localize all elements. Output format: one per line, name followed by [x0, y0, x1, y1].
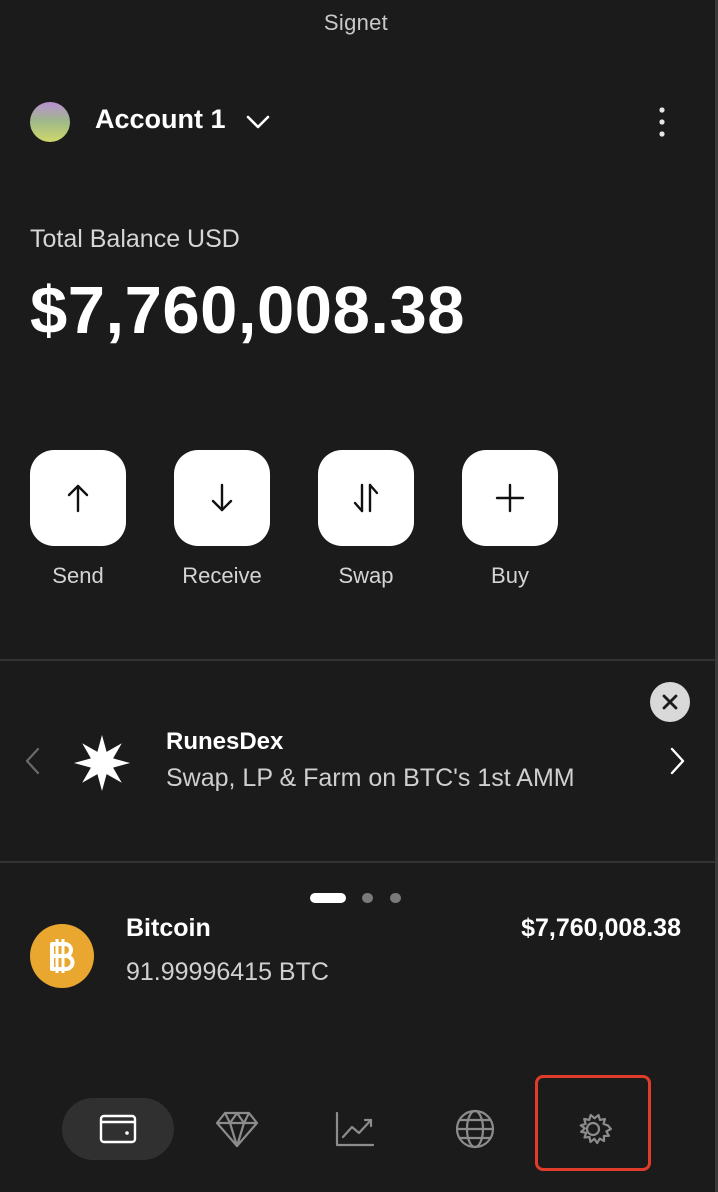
- banner-page-dot[interactable]: [390, 893, 401, 903]
- globe-icon: [455, 1109, 495, 1149]
- kebab-menu-icon: [659, 107, 665, 137]
- banner-prev-button[interactable]: [18, 742, 48, 780]
- nav-collectibles[interactable]: [200, 1098, 274, 1160]
- runesdex-star-icon: [72, 733, 132, 793]
- account-avatar[interactable]: [30, 102, 70, 142]
- divider: [0, 659, 715, 661]
- arrow-up-icon: [67, 484, 89, 513]
- banner-title: RunesDex: [166, 728, 284, 755]
- banner-page-dot-active[interactable]: [310, 893, 346, 903]
- settings-highlight-box: [535, 1075, 651, 1171]
- arrow-down-icon: [211, 483, 233, 512]
- plus-icon: [495, 483, 525, 513]
- network-label: Signet: [323, 10, 389, 35]
- receive-label: Receive: [182, 563, 262, 588]
- chevron-down-icon: [246, 115, 270, 129]
- banner-page-dot[interactable]: [362, 893, 373, 903]
- buy-button[interactable]: [462, 450, 558, 546]
- banner-subtitle: Swap, LP & Farm on BTC's 1st AMM: [166, 764, 575, 792]
- chevron-left-icon: [25, 747, 40, 775]
- account-menu-button[interactable]: [646, 102, 678, 142]
- chart-icon: [335, 1111, 375, 1147]
- banner-next-button[interactable]: [662, 742, 692, 780]
- swap-label: Swap: [338, 563, 394, 588]
- asset-amount: 91.99996415 BTC: [126, 958, 329, 986]
- diamond-icon: [215, 1111, 259, 1148]
- nav-stacking[interactable]: [318, 1098, 392, 1160]
- send-button[interactable]: [30, 450, 126, 546]
- swap-button[interactable]: [318, 450, 414, 546]
- receive-button[interactable]: [174, 450, 270, 546]
- account-switcher-button[interactable]: [240, 106, 276, 138]
- chevron-right-icon: [670, 747, 685, 775]
- send-label: Send: [52, 563, 104, 588]
- swap-icon: [353, 483, 379, 513]
- banner-close-button[interactable]: [650, 682, 690, 722]
- total-balance-value: $7,760,008.38: [30, 273, 465, 348]
- buy-label: Buy: [491, 563, 529, 588]
- asset-usd-value: $7,760,008.38: [521, 914, 681, 942]
- total-balance-label: Total Balance USD: [30, 225, 240, 253]
- asset-name[interactable]: Bitcoin: [126, 914, 211, 943]
- nav-explore[interactable]: [438, 1098, 512, 1160]
- bitcoin-icon: [30, 924, 94, 988]
- wallet-icon: [99, 1114, 137, 1144]
- close-icon: [662, 694, 678, 710]
- divider: [0, 861, 715, 863]
- nav-wallet[interactable]: [62, 1098, 174, 1160]
- account-name[interactable]: Account 1: [95, 104, 226, 135]
